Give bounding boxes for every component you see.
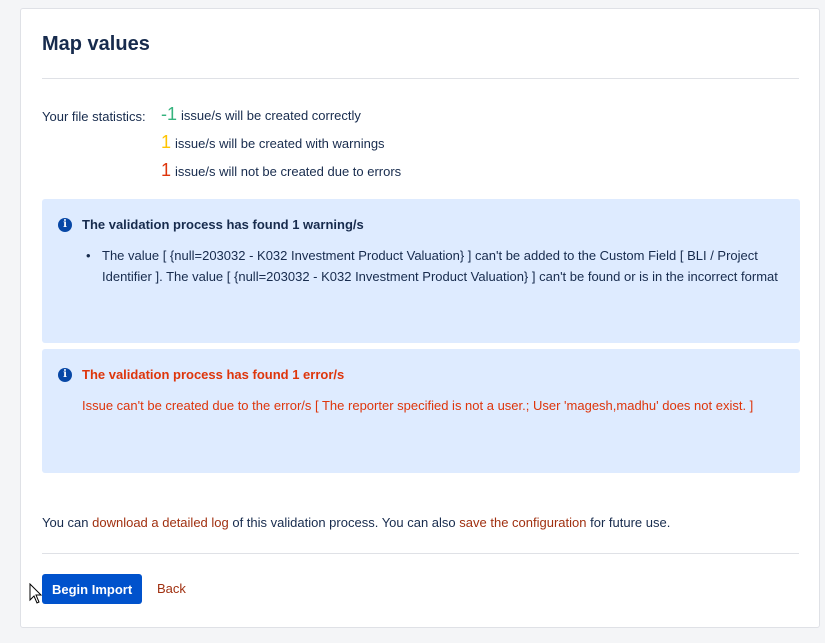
error-message-box: i The validation process has found 1 err… — [42, 349, 800, 473]
stat-warn-text: issue/s will be created with warnings — [175, 136, 385, 151]
stat-err-count: 1 — [161, 160, 172, 180]
page-title: Map values — [42, 33, 150, 55]
footer-prefix: You can — [42, 515, 93, 530]
stat-ok-text: issue/s will be created correctly — [181, 108, 361, 123]
map-values-panel: Map values Your file statistics: -1 issu… — [20, 8, 820, 628]
save-configuration-link[interactable]: save the configuration — [459, 515, 586, 530]
mouse-cursor-icon — [29, 583, 43, 604]
stat-created-correctly: -1 issue/s will be created correctly — [161, 105, 361, 123]
error-message: Issue can't be created due to the error/… — [82, 398, 754, 413]
footer-suffix: for future use. — [586, 515, 671, 530]
list-item: • The value [ {null=203032 - K032 Invest… — [86, 245, 782, 287]
stat-not-created: 1 issue/s will not be created due to err… — [161, 161, 401, 179]
warning-message-box: i The validation process has found 1 war… — [42, 199, 800, 343]
back-link[interactable]: Back — [157, 581, 186, 596]
stat-created-with-warnings: 1 issue/s will be created with warnings — [161, 133, 385, 151]
warning-list: • The value [ {null=203032 - K032 Invest… — [86, 245, 782, 287]
divider — [42, 78, 799, 79]
error-title: The validation process has found 1 error… — [82, 367, 345, 382]
stat-warn-count: 1 — [161, 132, 172, 152]
stat-err-text: issue/s will not be created due to error… — [175, 164, 402, 179]
divider — [42, 553, 799, 554]
footer-text: You can download a detailed log of this … — [42, 515, 670, 530]
warning-item-text: The value [ {null=203032 - K032 Investme… — [102, 248, 778, 284]
info-icon: i — [58, 218, 72, 232]
begin-import-button[interactable]: Begin Import — [42, 574, 143, 604]
info-icon: i — [58, 368, 72, 382]
bullet-icon: • — [86, 248, 91, 263]
download-log-link[interactable]: download a detailed log — [92, 515, 229, 530]
stat-ok-count: -1 — [161, 104, 178, 124]
footer-middle: of this validation process. You can also — [228, 515, 460, 530]
warning-title: The validation process has found 1 warni… — [82, 217, 364, 232]
stats-label: Your file statistics: — [42, 109, 146, 124]
